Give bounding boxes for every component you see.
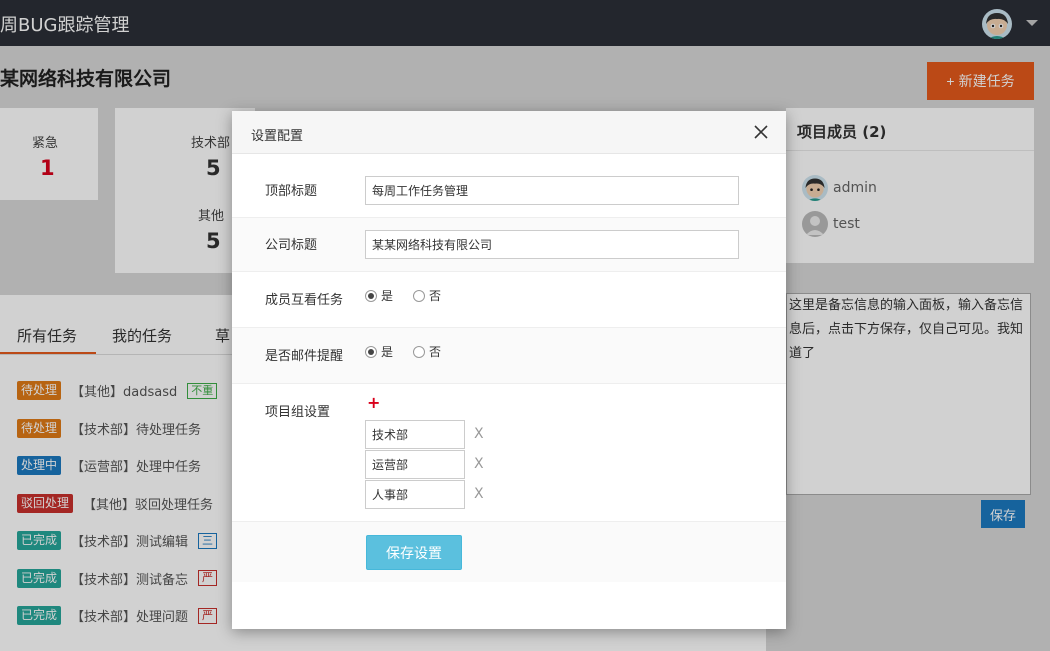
- radio-unchecked-icon: [413, 289, 426, 302]
- remove-group-icon[interactable]: X: [474, 456, 484, 472]
- modal-title: 设置配置: [251, 129, 304, 144]
- group-input[interactable]: [365, 450, 465, 479]
- mutual-view-row: 成员互看任务 是 否: [232, 272, 786, 328]
- email-remind-row: 是否邮件提醒 是 否: [232, 328, 786, 384]
- radio-label: 否: [429, 289, 442, 303]
- email-remind-radio-group: 是 否: [365, 343, 461, 360]
- remove-group-icon[interactable]: X: [474, 486, 484, 502]
- modal-header: 设置配置: [232, 111, 786, 154]
- top-title-row: 顶部标题: [232, 164, 786, 218]
- save-row: [232, 522, 786, 582]
- mutual-view-label: 成员互看任务: [265, 293, 344, 308]
- project-groups-label: 项目组设置: [265, 405, 331, 420]
- mutual-view-radio-group: 是 否: [365, 287, 461, 304]
- radio-checked-icon: [365, 289, 377, 302]
- mutual-view-yes-radio[interactable]: 是: [365, 287, 393, 304]
- save-settings-button[interactable]: 保存设置: [366, 535, 462, 570]
- radio-unchecked-icon: [413, 345, 426, 358]
- top-title-label: 顶部标题: [265, 184, 318, 199]
- group-input[interactable]: [365, 420, 465, 449]
- company-title-row: 公司标题: [232, 218, 786, 272]
- remove-group-icon[interactable]: X: [474, 426, 484, 442]
- close-icon[interactable]: [752, 123, 770, 141]
- group-input[interactable]: [365, 480, 465, 509]
- project-groups-row: 项目组设置: [232, 384, 786, 522]
- radio-label: 否: [429, 345, 442, 359]
- mutual-view-no-radio[interactable]: 否: [413, 287, 441, 304]
- email-remind-yes-radio[interactable]: 是: [365, 343, 393, 360]
- settings-modal: 设置配置 顶部标题 公司标题 成员互看任务 是 否 是否邮件提醒: [232, 111, 786, 629]
- company-title-input[interactable]: [365, 230, 739, 259]
- radio-checked-icon: [365, 345, 377, 358]
- add-group-plus-icon[interactable]: +: [367, 395, 380, 411]
- email-remind-label: 是否邮件提醒: [265, 349, 344, 364]
- top-title-input[interactable]: [365, 176, 739, 205]
- company-title-label: 公司标题: [265, 238, 318, 253]
- radio-label: 是: [381, 289, 394, 303]
- radio-label: 是: [381, 345, 394, 359]
- email-remind-no-radio[interactable]: 否: [413, 343, 441, 360]
